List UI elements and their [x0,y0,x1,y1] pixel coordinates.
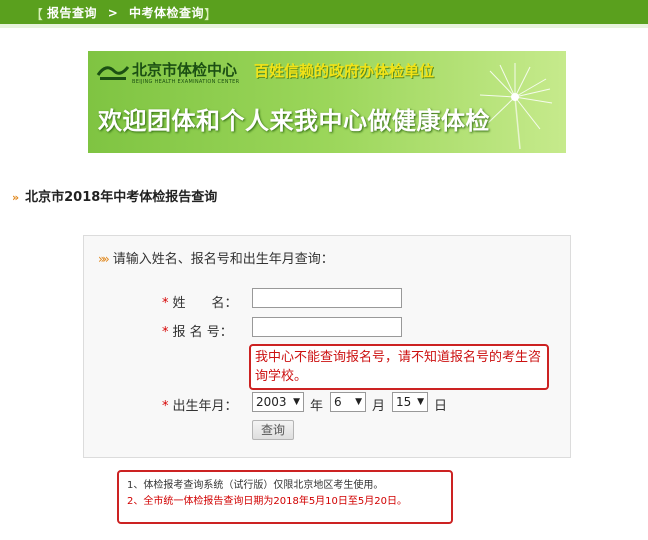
query-button[interactable]: 查询 [252,420,294,440]
chevron-down-icon: ▼ [293,397,300,407]
notice-line-2: 2、全市统一体检报告查询日期为2018年5月10日至5月20日。 [127,494,443,510]
month-unit: 月 [372,399,386,414]
birth-month-value: 6 [334,395,342,409]
required-mark: * [162,296,169,311]
day-unit: 日 [434,399,448,414]
page-title-text: 北京市2018年中考体检报告查询 [25,190,218,205]
triple-chevron-icon: »» [98,252,110,266]
birth-month-select[interactable]: 6 ▼ [330,392,366,412]
notice-line-2-highlight: 全市统一 [143,496,184,507]
chevron-down-icon: ▼ [355,397,362,407]
bracket-left-icon: 【 [30,8,44,23]
name-label-text: 姓 名： [172,296,238,311]
name-label: * 姓 名： [162,292,238,311]
birth-label: * 出生年月： [162,395,238,414]
birth-year-select[interactable]: 2003 ▼ [252,392,304,412]
notice-line-1: 1、体检报考查询系统（试行版）仅限北京地区考生使用。 [127,480,384,491]
required-mark: * [162,399,169,414]
breadcrumb: 报告查询 > 中考体检查询 [44,4,207,21]
breadcrumb-current[interactable]: 中考体检查询 [129,6,204,20]
promo-banner: 北京市体检中心 BEIJING HEALTH EXAMINATION CENTE… [88,51,566,153]
notice-line-2-rest: 体检报告查询日期为2018年5月10日至5月20日。 [183,496,407,507]
birth-year-value: 2003 [256,395,287,409]
registration-number-hint: 我中心不能查询报名号，请不知道报名号的考生咨询学校。 [249,344,549,390]
birth-day-value: 15 [396,395,412,409]
form-prompt: »» 请输入姓名、报名号和出生年月查询： [98,248,334,267]
year-unit: 年 [310,399,324,414]
org-name: 北京市体检中心 [132,61,238,79]
name-input[interactable] [252,288,402,308]
topbar-stripe [0,24,648,28]
banner-tagline: 欢迎团体和个人来我中心做健康体检 [98,106,490,135]
page-title: » 北京市2018年中考体检报告查询 [12,186,217,205]
double-chevron-icon: » [12,191,20,204]
notice-line-2-prefix: 2、 [127,496,144,507]
breadcrumb-separator: > [107,6,119,20]
birth-label-text: 出生年月： [172,399,238,414]
center-logo-icon [96,66,130,80]
form-prompt-text: 请输入姓名、报名号和出生年月查询： [112,252,334,267]
notice-box: 1、体检报考查询系统（试行版）仅限北京地区考生使用。 2、全市统一体检报告查询日… [117,470,453,524]
breadcrumb-home-link[interactable]: 报告查询 [47,6,97,20]
query-form: »» 请输入姓名、报名号和出生年月查询： * 姓 名： * 报 名 号： 我中心不能查… [83,235,571,458]
regno-label-text: 报 名 号： [172,325,233,340]
org-subtitle: BEIJING HEALTH EXAMINATION CENTER [132,79,240,85]
regno-label: * 报 名 号： [162,321,233,340]
birth-day-select[interactable]: 15 ▼ [392,392,428,412]
top-navigation-bar: 【 报告查询 > 中考体检查询 】 [0,0,648,25]
bracket-right-icon: 】 [204,8,218,23]
chevron-down-icon: ▼ [417,397,424,407]
banner-slogan: 百姓信赖的政府办体检单位 [254,62,435,80]
required-mark: * [162,325,169,340]
registration-number-input[interactable] [252,317,402,337]
